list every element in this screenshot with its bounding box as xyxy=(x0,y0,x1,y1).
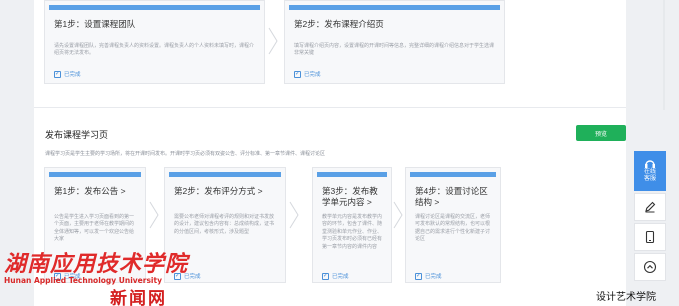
step-desc: 需要公布老师对课程考评的规则和对证书发放的设计，建议包含内容有：总成绩构成，证书… xyxy=(174,214,275,235)
step-card-team[interactable]: 第1步：设置课程团队 请先设置课程团队，完善课程负责人的资料设置。课程负责人的个… xyxy=(44,0,265,84)
step-status-label: 已完成 xyxy=(304,72,321,78)
mobile-phone-icon xyxy=(645,230,655,244)
step-desc: 请先设置课程团队，完善课程负责人的资料设置。课程负责人的个人资料未填写时，课程介… xyxy=(54,43,255,57)
chevron-right-icon xyxy=(289,201,299,229)
section-divider xyxy=(34,107,626,108)
step-title: 第3步：发布教学单元内容 > xyxy=(322,186,378,207)
step-accent-bar xyxy=(49,5,260,10)
step-title: 第2步：发布课程介绍页 xyxy=(294,19,384,29)
support-label: 客服 xyxy=(643,176,656,182)
step-card-intro-page[interactable]: 第2步：发布课程介绍页 填写课程介绍页内容，设置课程的开课时间等信息，完整详细的… xyxy=(284,0,505,84)
edit-button[interactable] xyxy=(634,193,666,221)
chevron-right-icon xyxy=(268,27,278,55)
step-status: ✓ 已完成 xyxy=(294,70,321,78)
right-edge-strip xyxy=(663,0,665,110)
step-title: 第1步：发布公告 > xyxy=(54,186,126,196)
pencil-icon xyxy=(645,201,656,213)
step-desc: 教学单元内容是发布教学内容的环节，包含了课件、随堂测验和单元作业、作业、学习页发… xyxy=(322,214,383,250)
section-title: 发布课程学习页 xyxy=(45,130,109,140)
step-desc: 公告是学生进入学习页面看到的第一个页面，主要用于老师在教学期间的全体通知等，可以… xyxy=(54,214,135,243)
support-label: 在线 xyxy=(643,169,656,175)
online-support-button[interactable]: 在线 客服 xyxy=(634,151,666,191)
step-accent-bar xyxy=(317,172,387,177)
step-title: 第2步：发布评分方式 > xyxy=(174,186,263,196)
step-status: ✓ 已完成 xyxy=(54,70,81,78)
news-watermark: 湖南应用技术学院 Hunan Applied Technology Univer… xyxy=(4,252,188,285)
back-to-top-button[interactable] xyxy=(634,253,666,281)
step-status-label: 已完成 xyxy=(425,274,442,280)
step-status: ✓ 已完成 xyxy=(415,272,442,280)
step-card-discussion[interactable]: 第4步：设置讨论区结构 > 课程讨论区是课程的交流区，老师可发布默认的常规结构，… xyxy=(405,167,501,283)
step-accent-bar xyxy=(410,172,496,177)
credit-text: 设计艺术学院 xyxy=(596,292,656,303)
watermark-cn: 湖南应用技术学院 xyxy=(4,251,189,277)
step-title: 第4步：设置讨论区结构 > xyxy=(415,186,488,207)
step-desc: 课程讨论区是课程的交流区，老师可发布默认的常规结构，也可以根据自己的需求进行个性… xyxy=(415,214,491,243)
step-accent-bar xyxy=(49,172,141,177)
chevron-up-circle-icon xyxy=(643,260,657,274)
step-desc: 填写课程介绍页内容，设置课程的开课时间等信息，完整详细的课程介绍信息对于学生选课… xyxy=(294,43,495,57)
checkbox-icon: ✓ xyxy=(322,272,329,280)
chevron-right-icon xyxy=(393,201,403,229)
mobile-button[interactable] xyxy=(634,223,666,251)
preview-button[interactable]: 预览 xyxy=(576,125,626,141)
checkbox-icon: ✓ xyxy=(54,70,61,78)
step-status-label: 已完成 xyxy=(64,72,81,78)
headset-icon xyxy=(645,160,655,168)
checkbox-icon: ✓ xyxy=(294,70,301,78)
step-status: ✓ 已完成 xyxy=(322,272,349,280)
step-accent-bar xyxy=(169,172,281,177)
step-status-label: 已完成 xyxy=(332,274,349,280)
checkbox-icon: ✓ xyxy=(415,272,422,280)
page: 第1步：设置课程团队 请先设置课程团队，完善课程负责人的资料设置。课程负责人的个… xyxy=(0,0,679,306)
step-title: 第1步：设置课程团队 xyxy=(54,19,136,29)
step-accent-bar xyxy=(289,5,500,10)
watermark-news: 新闻网 xyxy=(110,289,167,306)
step-card-units[interactable]: 第3步：发布教学单元内容 > 教学单元内容是发布教学内容的环节，包含了课件、随堂… xyxy=(312,167,392,283)
chevron-right-icon xyxy=(149,201,159,229)
section-description: 课程学习页是学生主要的学习场所，将在开课时间发布。开课时学习页必须有双姿公告、评… xyxy=(45,151,326,157)
